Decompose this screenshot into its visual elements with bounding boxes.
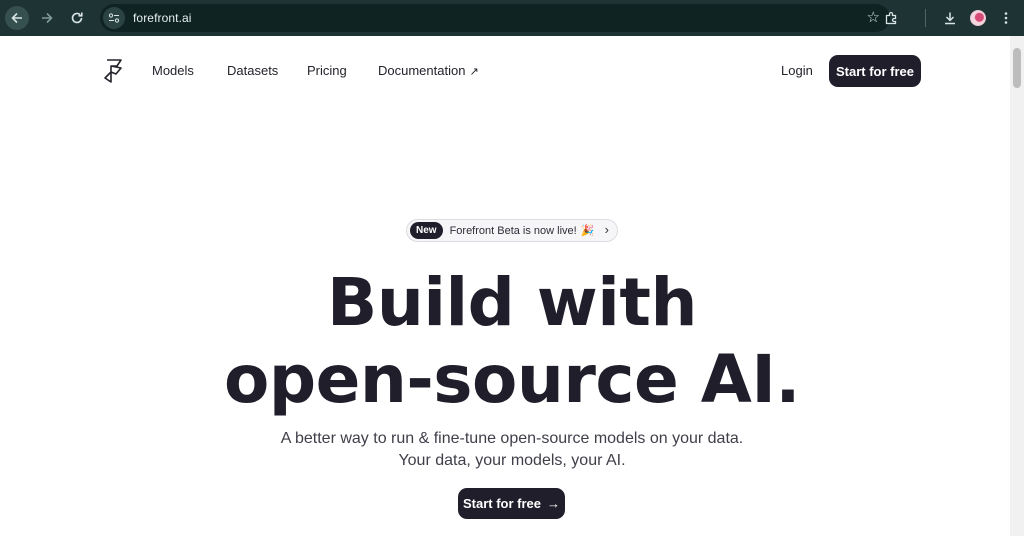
scrollbar-thumb[interactable] [1013,48,1021,88]
nav-link-pricing[interactable]: Pricing [307,63,347,79]
login-link[interactable]: Login [781,63,813,78]
nav-link-documentation[interactable]: Documentation ↗ [378,63,479,80]
page-content: Models Datasets Pricing Documentation ↗ L… [0,36,1010,536]
reload-icon[interactable] [65,6,89,30]
party-popper-icon: 🎉 [580,225,595,237]
extensions-icon[interactable] [879,6,903,30]
announcement-text: Forefront Beta is now live! [449,224,577,237]
forward-icon[interactable] [35,6,59,30]
new-badge: New [410,222,443,239]
site-info-icon[interactable] [103,7,125,29]
nav-link-models[interactable]: Models [152,63,194,79]
profile-avatar[interactable] [966,6,990,30]
back-icon[interactable] [5,6,29,30]
toolbar-divider [925,9,926,27]
hero-subtitle-line-2: Your data, your models, your AI. [398,452,626,469]
hero-subtitle-line-1: A better way to run & fine-tune open-sou… [280,430,744,447]
start-for-free-nav-button[interactable]: Start for free [829,55,921,87]
forefront-logo[interactable] [103,58,125,84]
arrow-right-icon: → [547,496,561,511]
hero-title-line-2: open-source AI. [224,341,800,418]
hero-title-line-1: Build with [327,264,697,341]
top-navigation: Models Datasets Pricing Documentation ↗ L… [0,36,1010,108]
download-icon[interactable] [938,6,962,30]
chevron-right-icon: › [604,222,609,237]
hero-title: Build with open-source AI. [0,264,1024,418]
url-text[interactable]: forefront.ai [133,11,192,25]
address-bar[interactable]: forefront.ai ☆ [100,4,890,32]
star-icon[interactable]: ☆ [867,9,880,27]
page-scrollbar[interactable] [1010,36,1024,536]
nav-link-documentation-label: Documentation [378,63,466,78]
start-for-free-label: Start for free [462,496,542,511]
start-for-free-hero-button[interactable]: Start for free → [458,488,565,519]
hero-subtitle: A better way to run & fine-tune open-sou… [0,428,1024,472]
announcement-pill[interactable]: New Forefront Beta is now live! 🎉 › [406,219,618,242]
nav-link-datasets[interactable]: Datasets [227,63,278,79]
browser-toolbar: forefront.ai ☆ [0,0,1024,36]
kebab-menu-icon[interactable] [994,6,1018,30]
external-link-icon: ↗ [469,66,479,78]
